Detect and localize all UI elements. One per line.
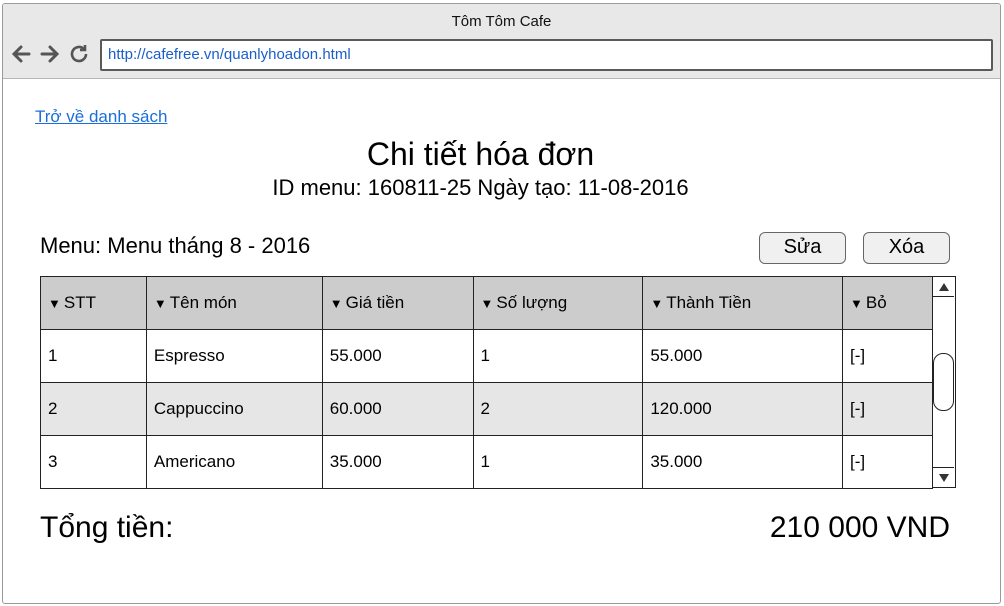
table-header-row: ▼ STT ▼ Tên món ▼ Giá tiền ▼ Số lượng ▼ Thành… bbox=[40, 276, 933, 330]
reload-icon[interactable] bbox=[67, 42, 91, 66]
scroll-up-arrow-icon[interactable] bbox=[933, 277, 954, 297]
remove-item-button[interactable]: [-] bbox=[842, 329, 933, 383]
back-icon[interactable] bbox=[9, 42, 33, 66]
table-row: 2 Cappuccino 60.000 2 120.000 [-] bbox=[40, 382, 933, 436]
cell-thanh-tien: 55.000 bbox=[642, 329, 844, 383]
menu-label: Menu: Menu tháng 8 - 2016 bbox=[40, 233, 311, 258]
cell-stt: 1 bbox=[40, 329, 147, 383]
cell-so-luong: 1 bbox=[472, 435, 644, 489]
sort-down-icon: ▼ bbox=[153, 296, 167, 311]
browser-titlebar: Tôm Tôm Cafe http://cafefree.vn/quanlyho… bbox=[3, 4, 1000, 79]
column-header-thanh-tien[interactable]: ▼ Thành Tiền bbox=[642, 276, 844, 330]
column-header-gia-tien[interactable]: ▼ Giá tiền bbox=[321, 276, 474, 330]
cell-gia-tien: 55.000 bbox=[321, 329, 474, 383]
window-title: Tôm Tôm Cafe bbox=[451, 13, 552, 30]
sort-down-icon: ▼ bbox=[650, 296, 664, 311]
table-scrollbar[interactable] bbox=[933, 276, 956, 488]
table-row: 1 Espresso 55.000 1 55.000 [-] bbox=[40, 329, 933, 383]
cell-thanh-tien: 120.000 bbox=[642, 382, 844, 436]
address-bar[interactable]: http://cafefree.vn/quanlyhoadon.html bbox=[100, 39, 993, 71]
cell-gia-tien: 60.000 bbox=[321, 382, 474, 436]
total-label: Tổng tiền: bbox=[40, 511, 174, 544]
cell-so-luong: 2 bbox=[472, 382, 644, 436]
forward-icon[interactable] bbox=[38, 42, 62, 66]
cell-ten-mon: Cappuccino bbox=[145, 382, 323, 436]
edit-button[interactable]: Sửa bbox=[759, 232, 846, 264]
back-to-list-link[interactable]: Trở về danh sách bbox=[35, 107, 167, 127]
cell-so-luong: 1 bbox=[472, 329, 644, 383]
sort-down-icon: ▼ bbox=[480, 296, 494, 311]
cell-stt: 2 bbox=[40, 382, 147, 436]
sort-down-icon: ▼ bbox=[850, 296, 863, 311]
column-header-so-luong[interactable]: ▼ Số lượng bbox=[472, 276, 644, 330]
total-value: 210 000 VND bbox=[769, 511, 950, 544]
delete-button[interactable]: Xóa bbox=[863, 232, 950, 264]
scrollbar-thumb[interactable] bbox=[933, 353, 954, 411]
page-title: Chi tiết hóa đơn bbox=[366, 136, 595, 172]
cell-ten-mon: Americano bbox=[145, 435, 323, 489]
invoice-table: ▼ STT ▼ Tên món ▼ Giá tiền ▼ Số lượng ▼ Thành… bbox=[40, 276, 933, 489]
cell-gia-tien: 35.000 bbox=[321, 435, 474, 489]
column-header-stt[interactable]: ▼ STT bbox=[40, 276, 147, 330]
browser-window: Tôm Tôm Cafe http://cafefree.vn/quanlyho… bbox=[2, 3, 1001, 604]
remove-item-button[interactable]: [-] bbox=[842, 382, 933, 436]
table-row: 3 Americano 35.000 1 35.000 [-] bbox=[40, 435, 933, 489]
invoice-meta: ID menu: 160811-25 Ngày tạo: 11-08-2016 bbox=[272, 175, 689, 200]
invoice-table-container: ▼ STT ▼ Tên món ▼ Giá tiền ▼ Số lượng ▼ Thành… bbox=[40, 276, 956, 489]
sort-down-icon: ▼ bbox=[48, 296, 61, 311]
scroll-down-arrow-icon[interactable] bbox=[933, 467, 954, 487]
cell-thanh-tien: 35.000 bbox=[642, 435, 844, 489]
column-header-ten-mon[interactable]: ▼ Tên món bbox=[145, 276, 323, 330]
cell-ten-mon: Espresso bbox=[145, 329, 323, 383]
remove-item-button[interactable]: [-] bbox=[842, 435, 933, 489]
sort-down-icon: ▼ bbox=[329, 296, 343, 311]
cell-stt: 3 bbox=[40, 435, 147, 489]
column-header-bo[interactable]: ▼ Bỏ bbox=[842, 276, 933, 330]
